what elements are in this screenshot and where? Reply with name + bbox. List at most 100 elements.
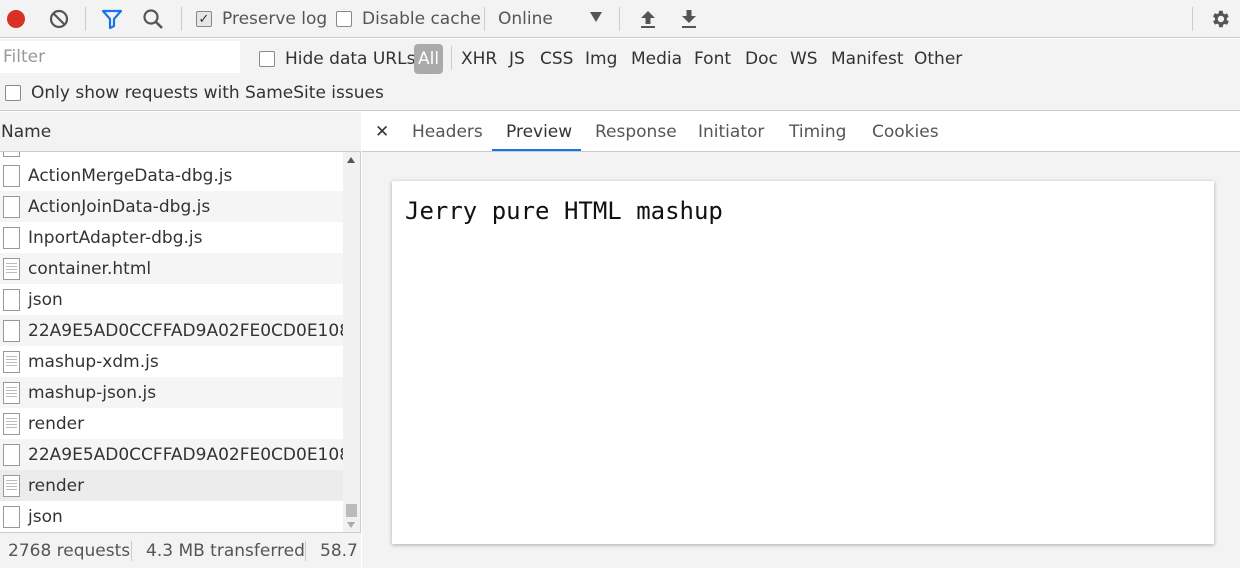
preserve-log-checkbox[interactable]: ✓ Preserve log [196, 0, 327, 38]
file-icon [3, 288, 20, 311]
request-row[interactable]: ActionMergeData-dbg.js [0, 160, 343, 191]
type-filter-all[interactable]: All [414, 44, 444, 74]
record-icon [7, 10, 25, 28]
tab-preview[interactable]: Preview [506, 112, 572, 151]
transferred-size: 4.3 MB transferred [146, 540, 305, 561]
request-row[interactable]: json [0, 501, 343, 532]
request-name: json [28, 289, 63, 310]
request-row[interactable]: render [0, 408, 343, 439]
tab-initiator[interactable]: Initiator [698, 112, 764, 151]
search-button[interactable] [140, 0, 166, 38]
network-toolbar: ✓ Preserve log Disable cache Online [0, 0, 1240, 38]
gear-icon [1213, 10, 1229, 28]
import-har-button[interactable] [636, 0, 660, 38]
filter-bar: Hide data URLs All XHR JS CSS Img Media … [0, 39, 1240, 111]
tab-timing[interactable]: Timing [789, 112, 846, 151]
file-icon [3, 319, 20, 342]
tab-headers[interactable]: Headers [412, 112, 483, 151]
filter-input[interactable] [0, 41, 240, 73]
type-filter-xhr[interactable]: XHR [461, 44, 497, 74]
status-divider [305, 541, 306, 561]
settings-button[interactable] [1206, 0, 1234, 38]
export-har-button[interactable] [677, 0, 701, 38]
tab-cookies[interactable]: Cookies [872, 112, 939, 151]
request-name: ActionJoinData-dbg.js [28, 196, 211, 217]
document-icon [3, 381, 20, 404]
record-button[interactable] [4, 0, 28, 38]
type-filter-img[interactable]: Img [585, 44, 617, 74]
download-icon [682, 10, 696, 28]
file-icon [3, 226, 20, 249]
type-filter-ws[interactable]: WS [790, 44, 818, 74]
request-row[interactable]: json [0, 284, 343, 315]
request-list-panel: Name ActionMergeData-dbg.js ActionJoinDa… [0, 112, 361, 568]
request-row[interactable]: ActionJoinData-dbg.js [0, 191, 343, 222]
preview-content: Jerry pure HTML mashup [405, 197, 723, 225]
request-name: ActionMergeData-dbg.js [28, 165, 233, 186]
samesite-issues-checkbox[interactable]: Only show requests with SameSite issues [5, 78, 384, 108]
request-name: render [28, 413, 85, 434]
throttling-select[interactable]: Online [498, 0, 608, 38]
request-name: container.html [28, 258, 152, 279]
throttling-value: Online [498, 9, 553, 29]
type-filter-media[interactable]: Media [631, 44, 682, 74]
type-filter-manifest[interactable]: Manifest [831, 44, 904, 74]
disable-cache-label: Disable cache [362, 9, 481, 29]
scroll-down-arrow-icon[interactable] [347, 522, 355, 528]
file-icon [3, 443, 20, 466]
request-row[interactable]: InportAdapter-dbg.js [0, 222, 343, 253]
request-row[interactable]: 22A9E5AD0CCFFAD9A02FE0CD0E108EC. [0, 439, 343, 470]
name-column-label: Name [1, 121, 52, 142]
request-detail-panel: ✕ Headers Preview Response Initiator Tim… [362, 112, 1240, 568]
samesite-check-icon [5, 85, 21, 101]
request-row[interactable]: container.html [0, 253, 343, 284]
detail-tabs: ✕ Headers Preview Response Initiator Tim… [362, 112, 1240, 152]
document-icon [3, 412, 20, 435]
request-list-scrollbar[interactable] [343, 152, 360, 532]
scroll-up-arrow-icon[interactable] [347, 157, 355, 163]
hide-data-urls-check-icon [259, 51, 275, 67]
request-row[interactable]: mashup-json.js [0, 377, 343, 408]
resources-size: 58.7 [320, 540, 358, 561]
request-name: 22A9E5AD0CCFFAD9A02FE0CD0E108EC. [28, 320, 343, 341]
request-name: 22A9E5AD0CCFFAD9A02FE0CD0E108EC. [28, 444, 343, 465]
filter-divider [451, 46, 452, 70]
network-summary-bar: 2768 requests 4.3 MB transferred 58.7 [0, 532, 361, 568]
request-row-selected[interactable]: render [0, 470, 343, 501]
tab-response[interactable]: Response [595, 112, 677, 151]
request-row[interactable]: mashup-xdm.js [0, 346, 343, 377]
preview-frame: Jerry pure HTML mashup [392, 181, 1214, 544]
clear-button[interactable] [46, 0, 72, 38]
active-tab-indicator [492, 149, 581, 151]
search-icon [143, 9, 163, 29]
close-icon[interactable]: ✕ [375, 112, 389, 151]
toolbar-divider [85, 7, 86, 31]
type-filter-font[interactable]: Font [694, 44, 731, 74]
toolbar-divider [484, 7, 485, 31]
disable-cache-checkbox[interactable]: Disable cache [336, 0, 481, 38]
toolbar-divider [619, 7, 620, 31]
toolbar-divider [181, 7, 182, 31]
request-name: json [28, 506, 63, 527]
document-icon [3, 257, 20, 280]
type-filter-js[interactable]: JS [509, 44, 525, 74]
name-column-header[interactable]: Name [0, 112, 361, 152]
type-filter-other[interactable]: Other [914, 44, 962, 74]
preserve-log-check-icon: ✓ [196, 11, 212, 27]
filter-toggle-button[interactable] [99, 0, 125, 38]
type-filter-css[interactable]: CSS [540, 44, 573, 74]
type-filter-doc[interactable]: Doc [745, 44, 778, 74]
request-name: render [28, 475, 85, 496]
hide-data-urls-checkbox[interactable]: Hide data URLs [259, 44, 415, 74]
toolbar-divider [1192, 7, 1193, 31]
hide-data-urls-label: Hide data URLs [285, 49, 416, 69]
request-rows: ActionMergeData-dbg.js ActionJoinData-db… [0, 152, 343, 532]
scrollbar-thumb[interactable] [346, 504, 357, 517]
filter-icon [101, 9, 123, 29]
request-row[interactable]: 22A9E5AD0CCFFAD9A02FE0CD0E108EC. [0, 315, 343, 346]
request-name: mashup-json.js [28, 382, 157, 403]
preserve-log-label: Preserve log [222, 9, 328, 29]
request-name: mashup-xdm.js [28, 351, 159, 372]
chevron-down-icon [590, 12, 602, 22]
request-count: 2768 requests [8, 540, 131, 561]
